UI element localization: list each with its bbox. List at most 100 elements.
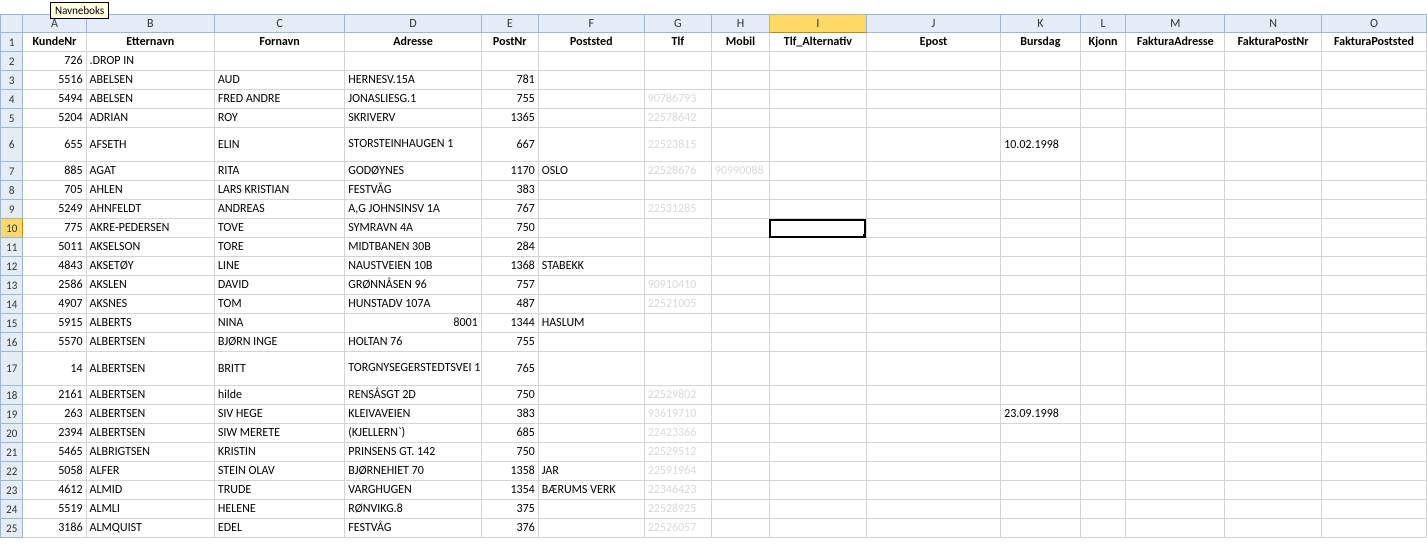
cell-1-I[interactable]: Tlf_Alternativ <box>769 33 866 52</box>
cell-13-K[interactable] <box>1001 276 1080 295</box>
cell-20-M[interactable] <box>1126 424 1225 443</box>
cell-3-D[interactable]: HERNESV.15A <box>345 71 481 90</box>
cell-3-A[interactable]: 5516 <box>23 71 86 90</box>
cell-4-G[interactable]: 90786793 <box>644 90 711 109</box>
cell-20-E[interactable]: 685 <box>481 424 538 443</box>
cell-3-K[interactable] <box>1001 71 1080 90</box>
col-header-J[interactable]: J <box>866 15 1000 33</box>
cell-3-N[interactable] <box>1225 71 1322 90</box>
cell-23-J[interactable] <box>866 481 1000 500</box>
cell-7-J[interactable] <box>866 162 1000 181</box>
cell-8-O[interactable] <box>1321 181 1426 200</box>
cell-5-N[interactable] <box>1225 109 1322 128</box>
cell-14-N[interactable] <box>1225 295 1322 314</box>
cell-16-O[interactable] <box>1321 333 1426 352</box>
cell-9-C[interactable]: ANDREAS <box>214 200 344 219</box>
cell-17-O[interactable] <box>1321 352 1426 386</box>
cell-24-K[interactable] <box>1001 500 1080 519</box>
cell-17-L[interactable] <box>1080 352 1126 386</box>
cell-25-N[interactable] <box>1225 519 1322 538</box>
cell-10-F[interactable] <box>538 219 644 238</box>
cell-13-M[interactable] <box>1126 276 1225 295</box>
cell-15-J[interactable] <box>866 314 1000 333</box>
cell-24-B[interactable]: ALMLI <box>86 500 214 519</box>
col-header-N[interactable]: N <box>1225 15 1322 33</box>
cell-10-D[interactable]: SYMRAVN 4A <box>345 219 481 238</box>
cell-2-G[interactable] <box>644 52 711 71</box>
cell-5-A[interactable]: 5204 <box>23 109 86 128</box>
cell-17-N[interactable] <box>1225 352 1322 386</box>
cell-11-L[interactable] <box>1080 238 1126 257</box>
row-header-8[interactable]: 8 <box>1 181 23 200</box>
cell-2-F[interactable] <box>538 52 644 71</box>
cell-2-H[interactable] <box>711 52 769 71</box>
cell-1-E[interactable]: PostNr <box>481 33 538 52</box>
row-header-7[interactable]: 7 <box>1 162 23 181</box>
cell-5-E[interactable]: 1365 <box>481 109 538 128</box>
cell-12-F[interactable]: STABEKK <box>538 257 644 276</box>
cell-1-H[interactable]: Mobil <box>711 33 769 52</box>
cell-20-F[interactable] <box>538 424 644 443</box>
cell-7-K[interactable] <box>1001 162 1080 181</box>
cell-7-H[interactable]: 90990088 <box>711 162 769 181</box>
cell-13-G[interactable]: 90910410 <box>644 276 711 295</box>
cell-24-M[interactable] <box>1126 500 1225 519</box>
cell-3-L[interactable] <box>1080 71 1126 90</box>
cell-12-A[interactable]: 4843 <box>23 257 86 276</box>
cell-12-J[interactable] <box>866 257 1000 276</box>
cell-9-A[interactable]: 5249 <box>23 200 86 219</box>
cell-25-D[interactable]: FESTVÅG <box>345 519 481 538</box>
cell-18-H[interactable] <box>711 386 769 405</box>
cell-18-L[interactable] <box>1080 386 1126 405</box>
cell-15-C[interactable]: NINA <box>214 314 344 333</box>
cell-3-I[interactable] <box>769 71 866 90</box>
cell-18-G[interactable]: 22529802 <box>644 386 711 405</box>
cell-24-O[interactable] <box>1321 500 1426 519</box>
cell-10-N[interactable] <box>1225 219 1322 238</box>
cell-11-N[interactable] <box>1225 238 1322 257</box>
row-header-3[interactable]: 3 <box>1 71 23 90</box>
col-header-M[interactable]: M <box>1126 15 1225 33</box>
cell-23-K[interactable] <box>1001 481 1080 500</box>
row-header-14[interactable]: 14 <box>1 295 23 314</box>
cell-19-E[interactable]: 383 <box>481 405 538 424</box>
row-header-21[interactable]: 21 <box>1 443 23 462</box>
cell-11-F[interactable] <box>538 238 644 257</box>
cell-19-J[interactable] <box>866 405 1000 424</box>
row-header-16[interactable]: 16 <box>1 333 23 352</box>
col-header-L[interactable]: L <box>1080 15 1126 33</box>
cell-17-D[interactable]: TORGNYSEGERSTEDTSVEI 150 <box>345 352 481 386</box>
cell-10-I[interactable] <box>769 219 866 238</box>
cell-5-L[interactable] <box>1080 109 1126 128</box>
cell-7-M[interactable] <box>1126 162 1225 181</box>
cell-19-A[interactable]: 263 <box>23 405 86 424</box>
cell-24-E[interactable]: 375 <box>481 500 538 519</box>
cell-1-K[interactable]: Bursdag <box>1001 33 1080 52</box>
cell-7-O[interactable] <box>1321 162 1426 181</box>
row-header-5[interactable]: 5 <box>1 109 23 128</box>
cell-17-I[interactable] <box>769 352 866 386</box>
cell-1-J[interactable]: Epost <box>866 33 1000 52</box>
cell-1-B[interactable]: Etternavn <box>86 33 214 52</box>
cell-13-I[interactable] <box>769 276 866 295</box>
cell-19-B[interactable]: ALBERTSEN <box>86 405 214 424</box>
cell-21-L[interactable] <box>1080 443 1126 462</box>
cell-16-D[interactable]: HOLTAN 76 <box>345 333 481 352</box>
cell-4-E[interactable]: 755 <box>481 90 538 109</box>
cell-1-M[interactable]: FakturaAdresse <box>1126 33 1225 52</box>
row-header-6[interactable]: 6 <box>1 128 23 162</box>
cell-5-J[interactable] <box>866 109 1000 128</box>
cell-15-E[interactable]: 1344 <box>481 314 538 333</box>
cell-9-I[interactable] <box>769 200 866 219</box>
cell-3-J[interactable] <box>866 71 1000 90</box>
cell-10-J[interactable] <box>866 219 1000 238</box>
cell-8-J[interactable] <box>866 181 1000 200</box>
cell-6-F[interactable] <box>538 128 644 162</box>
row-header-13[interactable]: 13 <box>1 276 23 295</box>
cell-14-H[interactable] <box>711 295 769 314</box>
cell-1-L[interactable]: Kjonn <box>1080 33 1126 52</box>
cell-21-I[interactable] <box>769 443 866 462</box>
cell-25-F[interactable] <box>538 519 644 538</box>
cell-5-D[interactable]: SKRIVERV <box>345 109 481 128</box>
cell-9-N[interactable] <box>1225 200 1322 219</box>
